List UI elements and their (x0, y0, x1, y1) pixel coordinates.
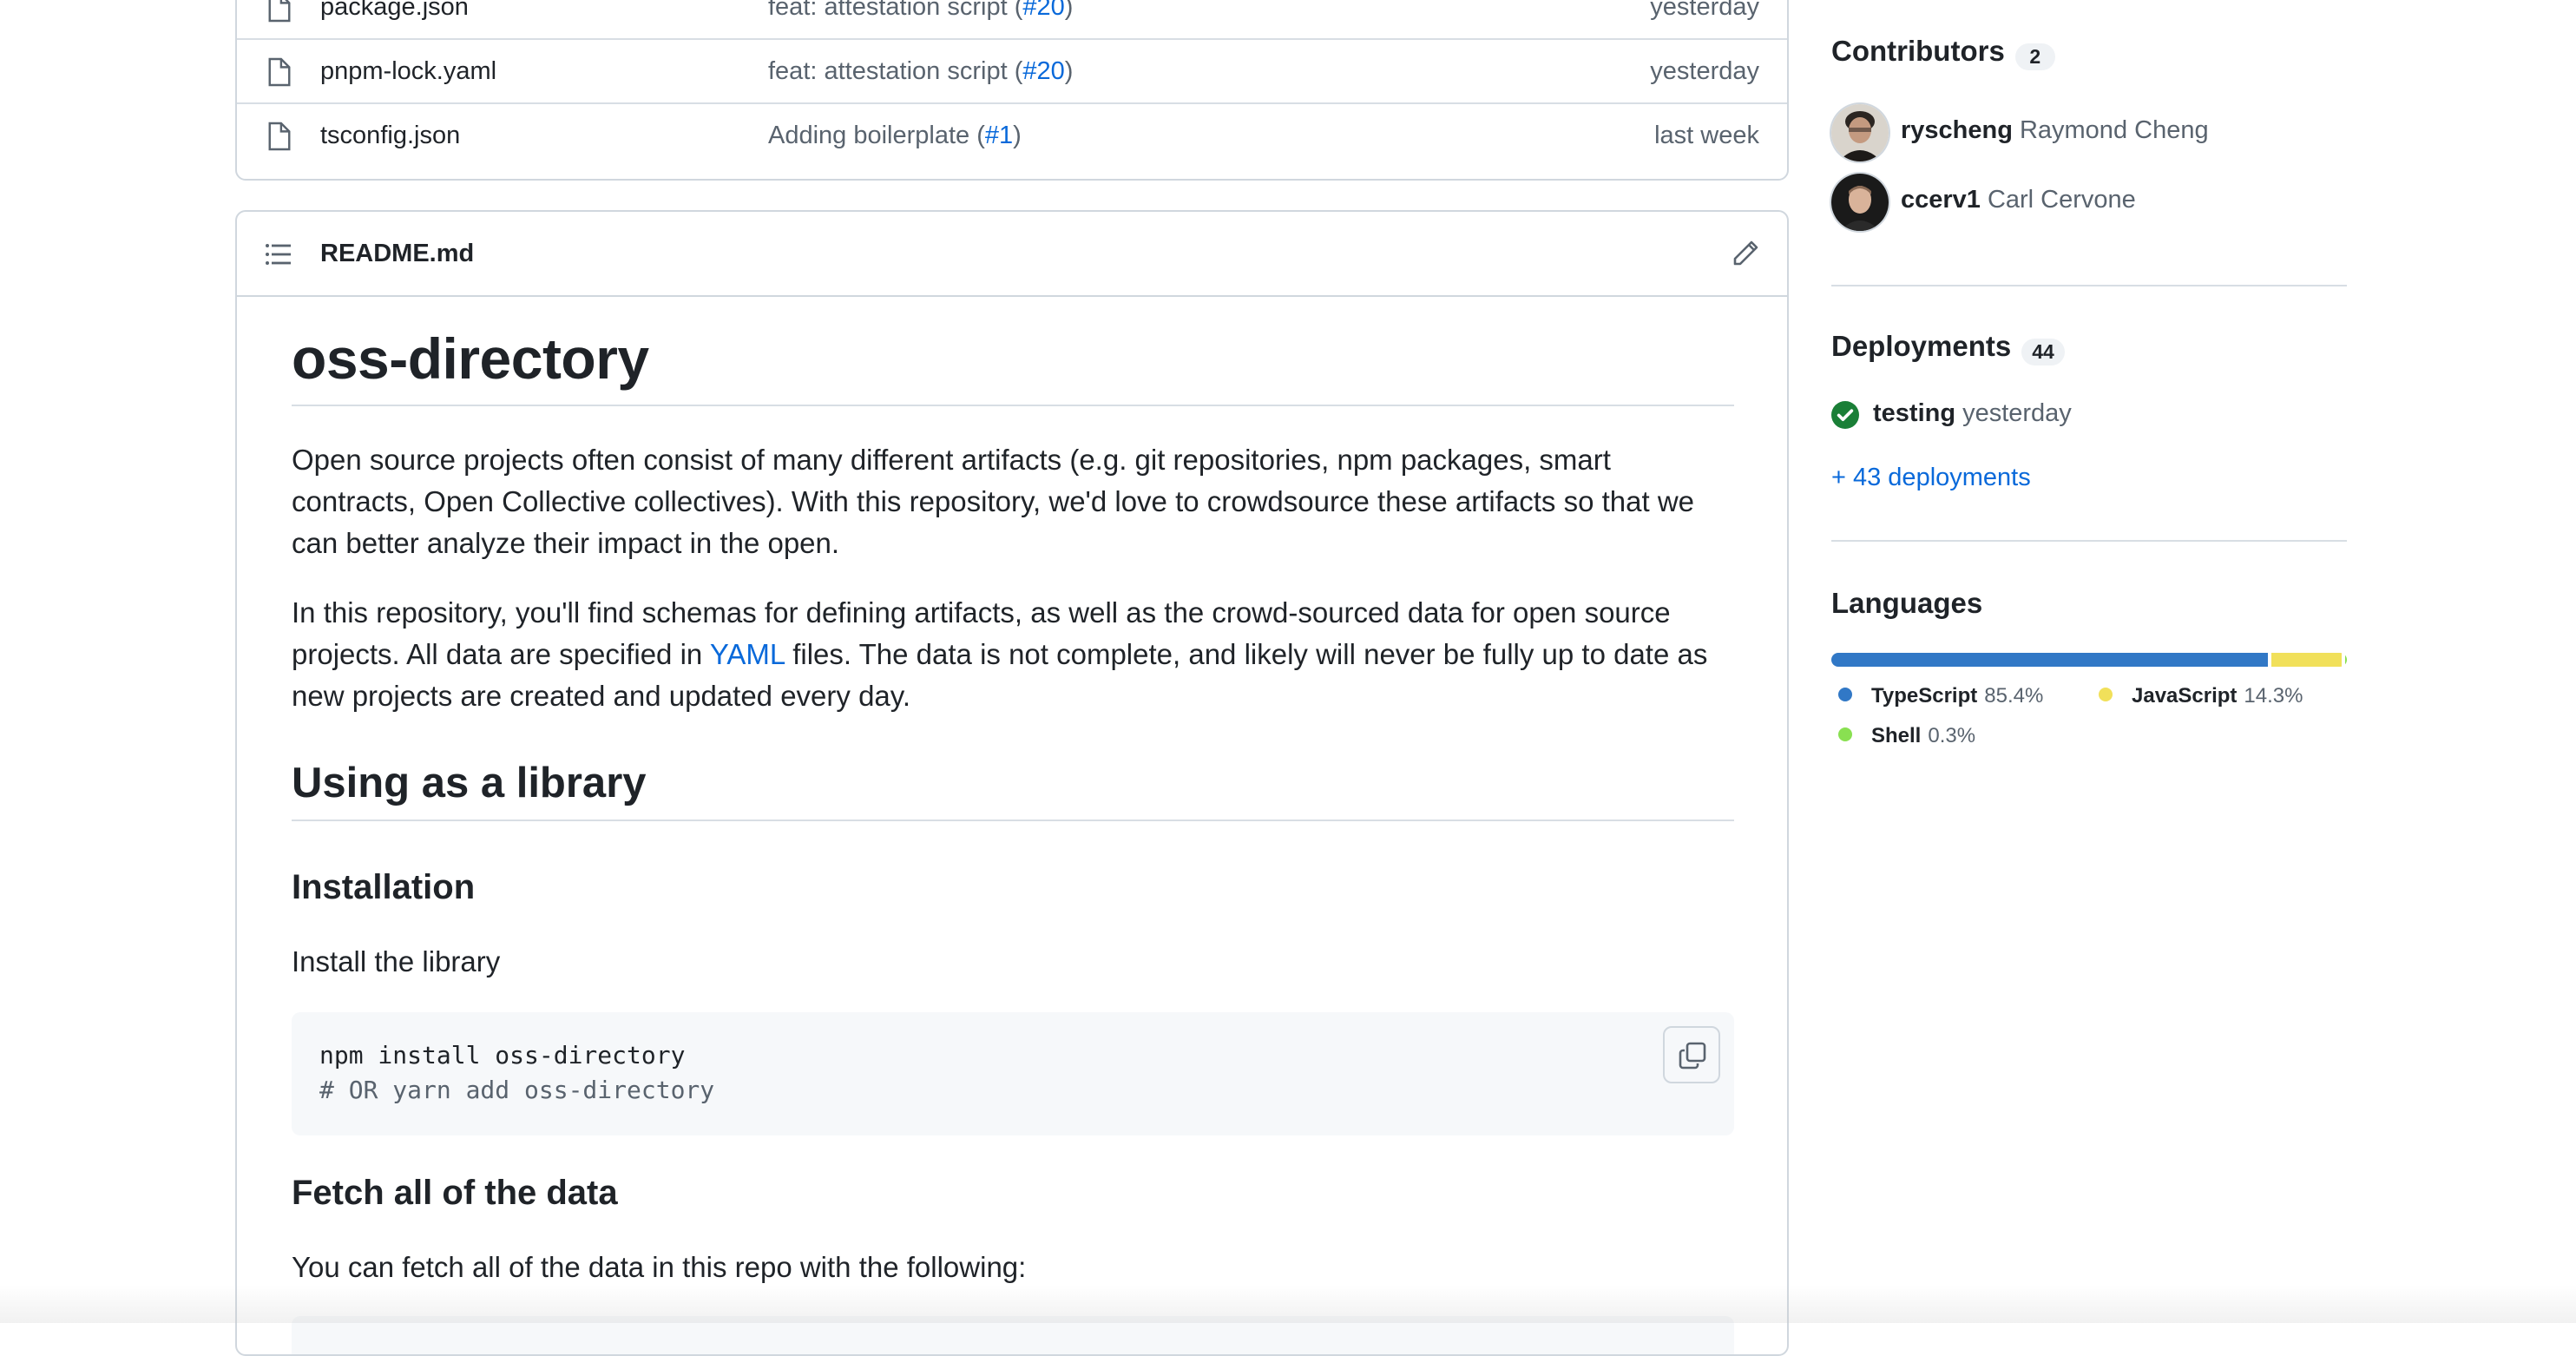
intro-paragraph: Open source projects often consist of ma… (292, 444, 1695, 559)
avatar[interactable] (1831, 174, 1889, 231)
deployment-time: yesterday (1962, 399, 2072, 427)
sidebar-divider (1831, 285, 2347, 286)
file-list: package.json feat: attestation script (#… (235, 0, 1789, 181)
pr-link[interactable]: #20 (1022, 0, 1064, 21)
login-text[interactable]: ryscheng (1901, 116, 2013, 144)
pr-link[interactable]: #20 (1022, 57, 1064, 85)
code-content[interactable]: npm install oss-directory # OR yarn add … (319, 1038, 714, 1108)
language-color-dot (1838, 727, 1852, 741)
contributor-login[interactable]: ryscheng Raymond Cheng (1901, 116, 2209, 145)
readme-filename[interactable]: README.md (320, 240, 474, 268)
install-text: Install the library (292, 945, 501, 978)
language-bar[interactable] (1831, 653, 2347, 667)
commit-message-text[interactable]: feat: attestation script ( (768, 57, 1022, 85)
fetch-text: You can fetch all of the data in this re… (292, 1251, 1027, 1283)
sidebar-divider (1831, 540, 2347, 542)
language-percent: 85.4% (1984, 684, 2044, 708)
copy-icon (1679, 1042, 1706, 1070)
languages-heading: Languages (1831, 587, 2347, 620)
copy-button[interactable] (1663, 1026, 1720, 1083)
language-percent: 14.3% (2244, 684, 2303, 708)
deployments-title[interactable]: Deployments (1831, 330, 2011, 362)
code-line[interactable]: npm install oss-directory (319, 1041, 685, 1070)
commit-message-close: ) (1013, 122, 1022, 149)
file-icon (268, 122, 291, 151)
file-row[interactable]: tsconfig.json Adding boilerplate (#1) la… (237, 102, 1787, 168)
commit-message-close: ) (1064, 0, 1074, 21)
readme-title: oss-directory (292, 325, 1734, 406)
commit-time: last week (1654, 122, 1759, 149)
more-deployments-link[interactable]: + 43 deployments (1831, 464, 2031, 492)
commit-time: yesterday (1650, 0, 1759, 21)
language-percent: 0.3% (1928, 724, 1976, 747)
section-heading-fetch: Fetch all of the data (292, 1174, 618, 1212)
deployment-env[interactable]: testing yesterday (1873, 399, 2072, 428)
contributors-title[interactable]: Contributors (1831, 35, 2005, 67)
language-item[interactable]: JavaScript 14.3% (2099, 684, 2303, 708)
file-icon (268, 0, 291, 23)
section-heading-installation: Installation (292, 868, 476, 906)
contributor-fullname[interactable]: Carl Cervone (1988, 186, 2136, 214)
section-heading-library: Using as a library (292, 757, 1734, 821)
commit-time: yesterday (1650, 57, 1759, 85)
contributor-login[interactable]: ccerv1 Carl Cervone (1901, 186, 2136, 214)
login-text[interactable]: ccerv1 (1901, 186, 1981, 214)
code-comment-line[interactable]: # OR yarn add oss-directory (319, 1076, 714, 1104)
deployments-heading[interactable]: Deployments 44 (1831, 330, 2347, 366)
languages-title: Languages (1831, 587, 1983, 619)
install-code-block[interactable]: npm install oss-directory # OR yarn add … (292, 1012, 1734, 1135)
contributors-heading[interactable]: Contributors 2 (1831, 35, 2347, 71)
deployments-count: 44 (2021, 339, 2065, 366)
pr-link[interactable]: #1 (985, 122, 1013, 149)
language-bar-segment[interactable] (1831, 653, 2269, 667)
file-name[interactable]: package.json (320, 0, 469, 22)
commit-message-close: ) (1064, 57, 1074, 85)
language-bar-segment[interactable] (2345, 653, 2347, 667)
file-name[interactable]: tsconfig.json (320, 122, 460, 150)
file-row[interactable]: package.json feat: attestation script (#… (237, 0, 1787, 40)
outline-list-icon[interactable] (265, 241, 292, 267)
contributors-count: 2 (2014, 43, 2055, 71)
file-name[interactable]: pnpm-lock.yaml (320, 57, 496, 86)
file-row[interactable]: pnpm-lock.yaml feat: attestation script … (237, 38, 1787, 104)
readme-panel: README.md oss-directory Open source proj… (235, 210, 1789, 1356)
language-bar-segment[interactable] (2271, 653, 2343, 667)
language-name[interactable]: JavaScript (2132, 684, 2237, 708)
bottom-shadow (0, 1285, 2576, 1323)
check-circle-icon (1831, 401, 1859, 429)
file-icon (268, 57, 291, 87)
data-paragraph: In this repository, you'll find schemas … (292, 592, 1734, 717)
language-name[interactable]: TypeScript (1871, 684, 1977, 708)
commit-message[interactable]: feat: attestation script (#20) (768, 0, 1073, 22)
language-item[interactable]: TypeScript 85.4% (1838, 684, 2043, 708)
language-item[interactable]: Shell 0.3% (1838, 724, 1975, 748)
readme-header: README.md (237, 212, 1787, 297)
commit-message-text[interactable]: Adding boilerplate ( (768, 122, 985, 149)
avatar[interactable] (1831, 104, 1889, 161)
language-color-dot (1838, 688, 1852, 701)
language-name[interactable]: Shell (1871, 724, 1921, 747)
commit-message[interactable]: Adding boilerplate (#1) (768, 122, 1022, 150)
pencil-icon[interactable] (1732, 240, 1759, 267)
language-color-dot (2099, 688, 2113, 701)
contributor-fullname[interactable]: Raymond Cheng (2020, 116, 2209, 144)
yaml-link[interactable]: YAML (710, 638, 785, 670)
commit-message[interactable]: feat: attestation script (#20) (768, 57, 1073, 86)
commit-message-text[interactable]: feat: attestation script ( (768, 0, 1022, 21)
deployment-env-label[interactable]: testing (1873, 399, 1955, 427)
